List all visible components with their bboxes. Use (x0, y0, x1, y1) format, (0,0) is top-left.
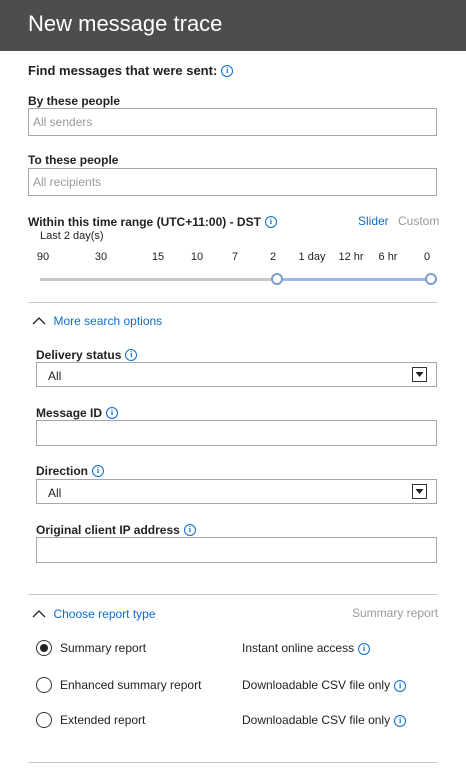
extended-report-desc-text: Downloadable CSV file only (242, 713, 391, 727)
info-icon[interactable]: i (221, 64, 234, 77)
slider-handle-end[interactable] (425, 273, 437, 285)
find-section-heading: Find messages that were sent: i (28, 62, 234, 80)
enhanced-summary-report-desc-text: Downloadable CSV file only (242, 678, 391, 692)
slider-mode-link[interactable]: Slider (358, 214, 389, 228)
direction-label: Direction (36, 464, 89, 478)
info-icon[interactable]: i (183, 523, 196, 536)
time-range-heading: Within this time range (UTC+11:00) - DST… (28, 213, 277, 231)
info-icon[interactable]: i (264, 215, 277, 228)
info-icon[interactable]: i (358, 642, 371, 655)
chevron-up-icon (32, 316, 46, 325)
extended-report-radio[interactable] (36, 712, 52, 728)
chevron-down-icon (412, 484, 427, 499)
divider (28, 302, 437, 303)
senders-label: By these people (28, 94, 121, 108)
summary-report-label[interactable]: Summary report (60, 641, 146, 655)
slider-tick: 6 hr (378, 251, 398, 263)
client-ip-label: Original client IP address (36, 523, 180, 537)
enhanced-summary-report-desc: Downloadable CSV file only i (242, 678, 407, 692)
more-options-toggle[interactable]: More search options (32, 312, 162, 330)
direction-value: All (48, 486, 62, 500)
recipients-label: To these people (28, 153, 119, 167)
report-type-label: Choose report type (53, 607, 156, 621)
enhanced-summary-report-radio[interactable] (36, 677, 52, 693)
time-range-label: Within this time range (UTC+11:00) - DST (28, 215, 261, 229)
info-icon[interactable]: i (394, 714, 407, 727)
info-icon[interactable]: i (125, 348, 138, 361)
slider-tick: 1 day (298, 251, 326, 263)
senders-input[interactable]: All senders (28, 108, 437, 136)
slider-tick: 2 (269, 251, 277, 263)
slider-tick: 90 (36, 251, 50, 263)
summary-report-desc-text: Instant online access (242, 641, 355, 655)
info-icon[interactable]: i (394, 679, 407, 692)
extended-report-desc: Downloadable CSV file only i (242, 713, 407, 727)
recipients-input[interactable]: All recipients (28, 168, 437, 196)
slider-range-fill (277, 278, 431, 281)
delivery-status-label: Delivery status (36, 348, 122, 362)
summary-report-radio[interactable] (36, 640, 52, 656)
slider-tick: 30 (94, 251, 108, 263)
slider-tick: 0 (423, 251, 431, 263)
slider-handle-start[interactable] (271, 273, 283, 285)
time-range-selected-text: Last 2 day(s) (40, 230, 104, 242)
current-report-type: Summary report (352, 606, 439, 620)
direction-select[interactable]: All (36, 479, 437, 504)
delivery-status-value: All (48, 369, 62, 383)
summary-report-desc: Instant online access i (242, 641, 371, 655)
panel-header: New message trace (0, 0, 466, 51)
info-icon[interactable]: i (92, 464, 105, 477)
enhanced-summary-report-label[interactable]: Enhanced summary report (60, 678, 201, 692)
divider (28, 594, 437, 595)
slider-tick: 10 (190, 251, 204, 263)
client-ip-input[interactable] (36, 537, 437, 563)
info-icon[interactable]: i (106, 406, 119, 419)
more-options-label: More search options (53, 314, 163, 328)
custom-mode-link[interactable]: Custom (398, 214, 439, 228)
chevron-down-icon (412, 367, 427, 382)
divider (28, 762, 437, 763)
delivery-status-select[interactable]: All (36, 362, 437, 387)
message-id-input[interactable] (36, 420, 437, 446)
message-id-label: Message ID (36, 406, 103, 420)
extended-report-label[interactable]: Extended report (60, 713, 145, 727)
chevron-up-icon (32, 609, 46, 618)
report-type-toggle[interactable]: Choose report type (32, 605, 156, 623)
panel-title: New message trace (28, 11, 223, 36)
slider-tick: 7 (231, 251, 239, 263)
find-title: Find messages that were sent: (28, 63, 218, 78)
slider-tick: 12 hr (338, 251, 364, 263)
direction-heading: Direction i (36, 462, 105, 480)
slider-tick: 15 (151, 251, 165, 263)
